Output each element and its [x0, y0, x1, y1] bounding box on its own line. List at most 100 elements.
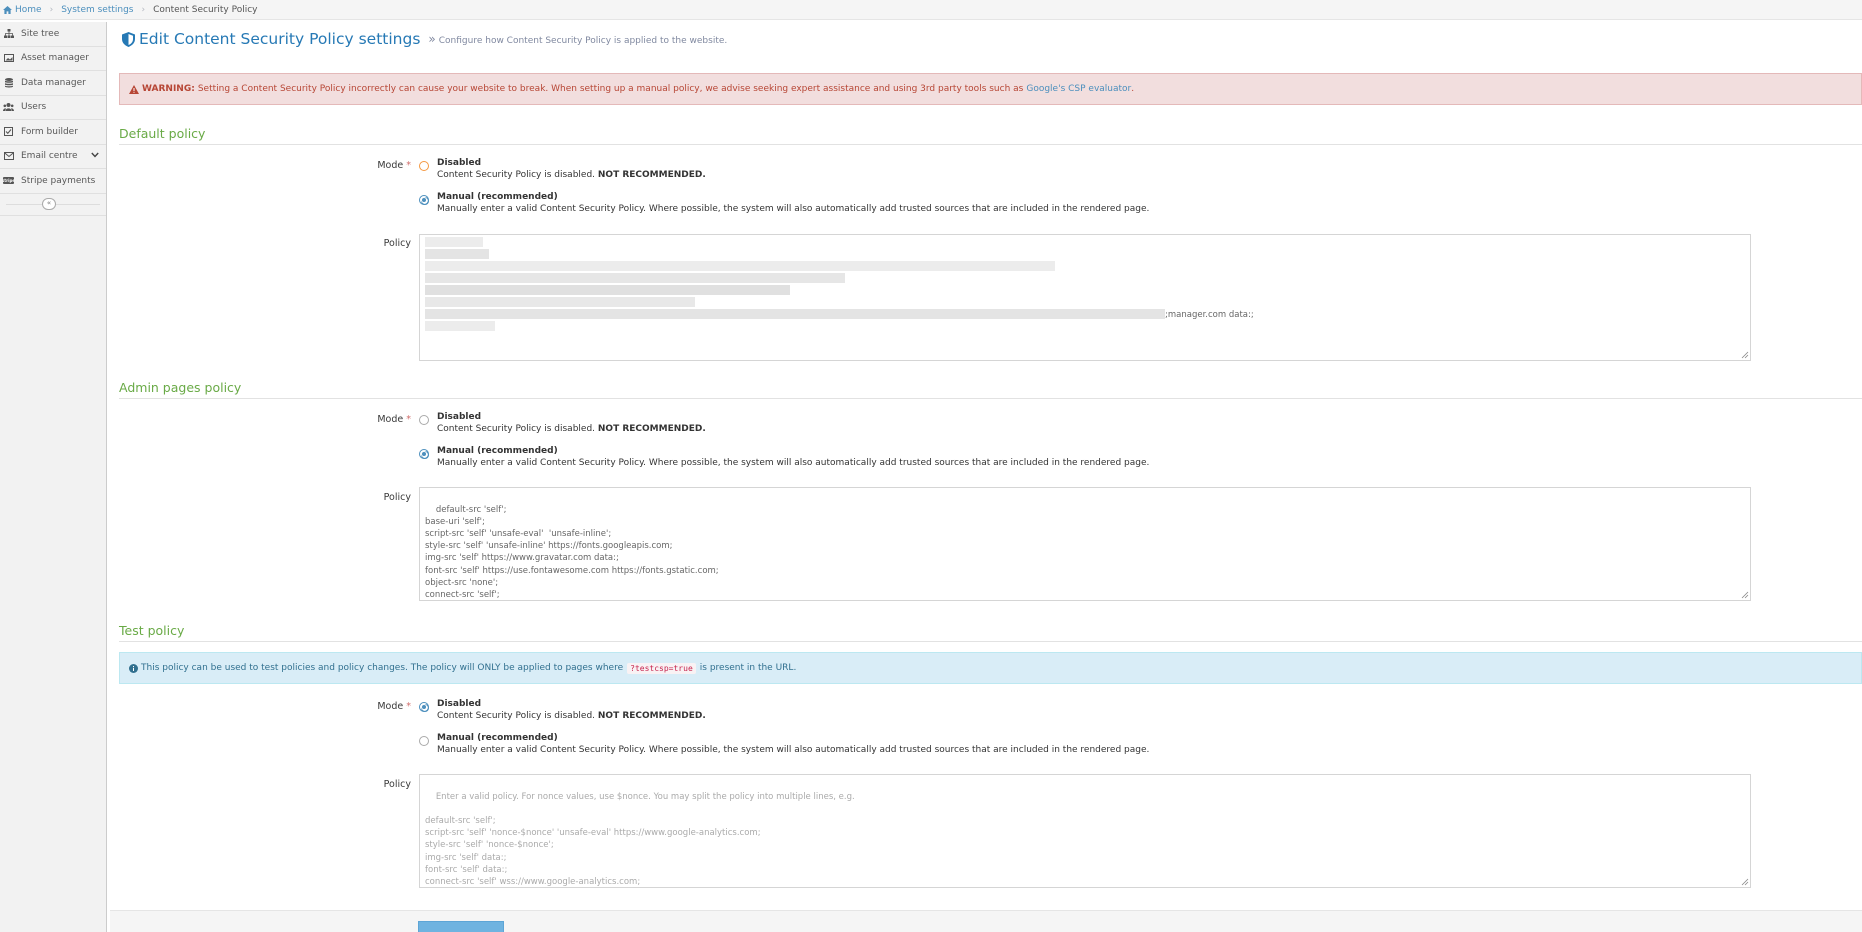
sidebar-item-email-centre[interactable]: Email centre — [0, 145, 106, 169]
form-actions — [110, 910, 1862, 932]
default-mode-label: Mode * — [119, 160, 411, 171]
breadcrumb-home-link[interactable]: Home — [15, 5, 42, 15]
page-subtitle-text: Configure how Content Security Policy is… — [438, 36, 728, 46]
resize-grip-icon[interactable] — [1740, 590, 1749, 599]
sidebar-item-label: Data manager — [21, 77, 86, 88]
blurred-text — [425, 297, 695, 307]
radio-description: Content Security Policy is disabled. NOT… — [437, 424, 706, 434]
save-button[interactable] — [418, 921, 504, 932]
sidebar-item-label: Form builder — [21, 126, 78, 137]
default-policy-visible-fragment: ;manager.com data:; — [1165, 310, 1254, 320]
sitemap-icon — [3, 29, 14, 39]
radio-description-text: Content Security Policy is disabled. — [437, 170, 596, 180]
sidebar-item-asset-manager[interactable]: Asset manager — [0, 47, 106, 71]
radio-description-strong: NOT RECOMMENDED. — [597, 711, 706, 721]
sidebar-item-label: Email centre — [21, 151, 78, 162]
radio-title: Disabled — [437, 699, 482, 709]
testcsp-code: ?testcsp=true — [627, 662, 696, 674]
breadcrumb-system-settings-link[interactable]: System settings — [61, 5, 133, 15]
checkbox-icon — [3, 127, 14, 137]
sidebar-item-label: Asset manager — [21, 53, 89, 64]
radio-description-text: Content Security Policy is disabled. — [437, 424, 596, 434]
home-icon — [3, 5, 12, 14]
test-policy-placeholder: Enter a valid policy. For nonce values, … — [425, 792, 855, 887]
radio-circle-checked[interactable] — [419, 449, 429, 459]
stripe-icon: stripe — [3, 176, 14, 186]
radio-title: Manual (recommended) — [437, 446, 558, 456]
radio-description: Manually enter a valid Content Security … — [437, 204, 1150, 214]
admin-policy-label: Policy — [383, 492, 411, 503]
radio-description: Manually enter a valid Content Security … — [437, 745, 1150, 755]
main-content: Edit Content Security Policy settings » C… — [110, 22, 1862, 932]
radio-description: Content Security Policy is disabled. NOT… — [437, 711, 706, 721]
radio-title: Manual (recommended) — [437, 733, 558, 743]
radio-description-text: Content Security Policy is disabled. — [437, 711, 596, 721]
sidebar-collapse-button[interactable]: « — [42, 197, 56, 210]
breadcrumb: Home › System settings › Content Securit… — [0, 0, 1862, 20]
breadcrumb-separator-icon: › — [49, 4, 54, 15]
warning-alert: WARNING: Setting a Content Security Poli… — [119, 73, 1862, 105]
radio-description: Content Security Policy is disabled. NOT… — [437, 170, 706, 180]
page-subtitle: » Configure how Content Security Policy i… — [428, 32, 727, 46]
radio-description-strong: NOT RECOMMENDED. — [597, 170, 706, 180]
default-policy-textarea[interactable]: ;manager.com data:; — [419, 234, 1751, 361]
radio-circle[interactable] — [419, 415, 429, 425]
radio-description-strong: NOT RECOMMENDED. — [597, 424, 706, 434]
admin-policy-textarea[interactable]: default-src 'self'; base-uri 'self'; scr… — [419, 487, 1751, 601]
info-text-before: This policy can be used to test policies… — [141, 663, 624, 673]
image-icon — [3, 53, 14, 63]
blurred-text — [425, 309, 1165, 319]
blurred-text — [425, 237, 483, 247]
csp-evaluator-link[interactable]: Google's CSP evaluator — [1026, 84, 1131, 94]
info-text-after: is present in the URL. — [699, 663, 797, 673]
sidebar-item-form-builder[interactable]: Form builder — [0, 120, 106, 145]
required-marker: * — [406, 701, 411, 712]
blurred-text — [425, 249, 489, 259]
resize-grip-icon[interactable] — [1740, 877, 1749, 886]
resize-grip-icon[interactable] — [1740, 350, 1749, 359]
breadcrumb-separator-icon: › — [141, 4, 146, 15]
info-circle-icon — [129, 663, 138, 673]
sidebar-item-data-manager[interactable]: Data manager — [0, 71, 106, 96]
blurred-text — [425, 285, 790, 295]
sidebar-item-stripe-payments[interactable]: stripe Stripe payments — [0, 169, 106, 194]
shield-icon — [122, 31, 135, 47]
label-text: Mode — [377, 701, 404, 712]
blurred-text — [425, 321, 495, 331]
sidebar-item-site-tree[interactable]: Site tree — [0, 22, 106, 47]
label-text: Mode — [377, 160, 404, 171]
double-angle-right-icon: » — [428, 32, 436, 46]
radio-title: Disabled — [437, 412, 482, 422]
blurred-text — [425, 273, 845, 283]
users-icon — [3, 102, 14, 112]
test-mode-label: Mode * — [119, 701, 411, 712]
test-policy-label: Policy — [383, 779, 411, 790]
radio-title: Manual (recommended) — [437, 192, 558, 202]
admin-policy-value: default-src 'self'; base-uri 'self'; scr… — [425, 505, 719, 600]
radio-description: Manually enter a valid Content Security … — [437, 458, 1150, 468]
envelope-icon — [3, 151, 14, 161]
breadcrumb-current: Content Security Policy — [153, 4, 258, 15]
required-marker: * — [406, 160, 411, 171]
section-title-admin-policy: Admin pages policy — [119, 380, 1862, 399]
radio-title: Disabled — [437, 158, 482, 168]
chevron-down-icon[interactable] — [91, 152, 99, 158]
sidebar-item-label: Users — [21, 102, 47, 113]
radio-circle[interactable] — [419, 736, 429, 746]
section-title-test-policy: Test policy — [119, 623, 1862, 642]
radio-circle-checked[interactable] — [419, 195, 429, 205]
sidebar: Site tree Asset manager Data manager Use… — [0, 22, 107, 932]
test-policy-info-alert: This policy can be used to test policies… — [119, 652, 1862, 684]
radio-circle-checked[interactable] — [419, 702, 429, 712]
sidebar-item-label: Site tree — [21, 28, 60, 39]
test-policy-textarea[interactable]: Enter a valid policy. For nonce values, … — [419, 774, 1751, 888]
warning-icon — [129, 84, 139, 94]
sidebar-item-users[interactable]: Users — [0, 96, 106, 120]
radio-circle[interactable] — [419, 161, 429, 171]
sidebar-item-label: Stripe payments — [21, 175, 96, 186]
warning-label: WARNING: — [142, 84, 195, 94]
default-policy-label: Policy — [383, 238, 411, 249]
svg-text:stripe: stripe — [3, 178, 14, 183]
label-text: Mode — [377, 414, 404, 425]
warning-end: . — [1131, 84, 1135, 94]
